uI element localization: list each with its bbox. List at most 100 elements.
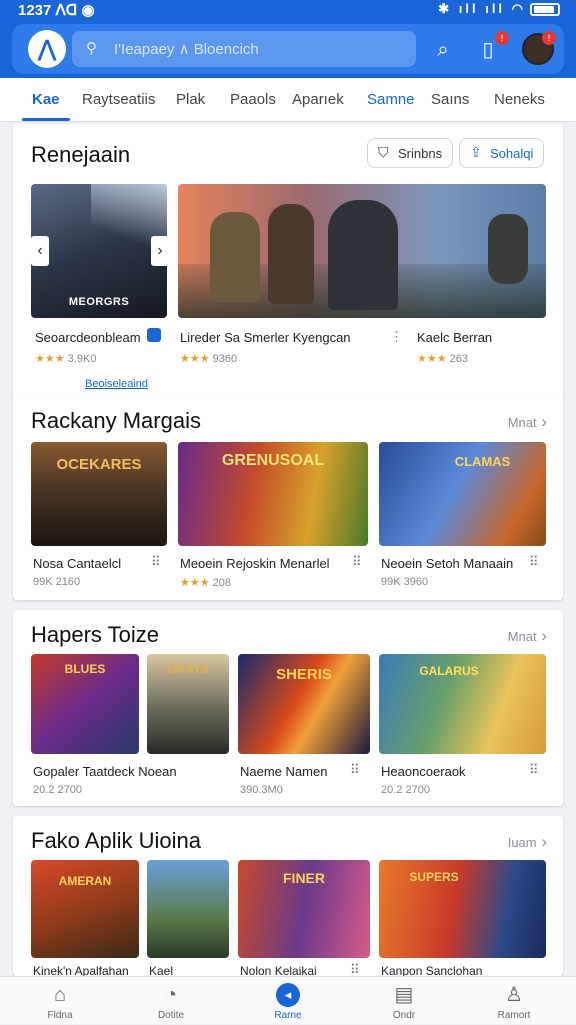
card-meta: 99K 2160 — [33, 576, 81, 588]
card-title: Neoein Setoh Manaain — [381, 556, 514, 571]
share-button[interactable]: ⇪ Sohalqi — [459, 138, 545, 168]
card-meta: 390.3M0 — [240, 784, 283, 796]
more-options-icon[interactable]: ⋮ — [390, 329, 404, 345]
card-title: Nosa Cantaelcl — [33, 556, 122, 571]
carousel-next-button[interactable]: › — [151, 236, 169, 266]
search-bar: ⋀ ⚲ I'Ieapaey ∧ Bloencich ⌕ ▯! ! — [12, 24, 564, 74]
more-options-icon[interactable]: ⠿ — [529, 554, 540, 570]
category-tabs: Kae Raytseatiis Plak Paaols Aparıek Samn… — [0, 78, 576, 122]
card-meta: 20.2 2700 — [381, 784, 430, 796]
notification-badge: ! — [495, 31, 509, 45]
thumbnail-art-text: ORAYS — [167, 662, 209, 676]
game-thumbnail: OCEKARES — [31, 442, 167, 546]
filter-label: Srinbns — [398, 146, 443, 161]
thumbnail-art-text: OCEKARES — [56, 456, 142, 473]
card-title: Heaoncoeraok — [381, 764, 466, 779]
card-meta: ★★★ 263 — [417, 353, 469, 365]
status-bar: 1237 ᐱᗡ ◉ ✱ ıll ıll ◠ — [0, 0, 576, 20]
game-thumbnail: FINER — [238, 860, 370, 958]
search-placeholder: I'Ieapaey ∧ Bloencich — [114, 41, 259, 58]
search-button-icon[interactable]: ⌕ — [430, 37, 456, 63]
nav-label: Dotite — [157, 1010, 185, 1021]
section-popular: Rackany Margais Mnat OCEKARES Nosa Canta… — [13, 396, 563, 600]
filter-button[interactable]: ⛉ Srinbns — [367, 138, 454, 168]
avatar-badge: ! — [542, 31, 556, 45]
thumbnail-art-text: FINER — [283, 870, 325, 886]
tab-samne[interactable]: Samne — [367, 91, 415, 108]
game-thumbnail — [147, 860, 229, 958]
more-options-icon[interactable]: ⠿ — [352, 554, 363, 570]
game-thumbnail: MEORGRS — [31, 184, 167, 318]
thumbnail-art-text: SUPERS — [409, 870, 459, 884]
nav-label: Ramort — [497, 1010, 531, 1021]
card-title: Gopaler Taatdeck Noean — [33, 764, 177, 779]
nav-orders[interactable]: ▤ Ondr — [364, 977, 444, 1025]
card-meta: 20.2 2700 — [33, 784, 82, 796]
notifications-icon[interactable]: ▯! — [475, 31, 509, 63]
tab-paaols[interactable]: Paaols — [230, 91, 276, 108]
game-thumbnail: SUPERS — [379, 860, 546, 958]
card-title: Naeme Namen — [240, 764, 328, 779]
thumbnail-art-text: GRENUSOAL — [221, 452, 325, 469]
search-input[interactable]: ⚲ I'Ieapaey ∧ Bloencich — [72, 31, 416, 67]
tab-kae[interactable]: Kae — [22, 91, 69, 121]
nav-games[interactable]: ◂ Rarne — [248, 977, 328, 1025]
nav-account[interactable]: ♙ Ramort — [474, 977, 554, 1025]
nav-label: Ondr — [392, 1010, 416, 1021]
share-label: Sohalqi — [490, 146, 534, 161]
thumbnail-art-text: AMERAN — [58, 874, 112, 888]
search-icon: ⚲ — [86, 40, 97, 57]
person-icon: ♙ — [505, 984, 523, 1006]
thumbnail-art-text: GALARUS — [419, 664, 479, 678]
verified-icon — [147, 328, 161, 342]
game-thumbnail: BLUES — [31, 654, 139, 754]
section-apps: Fako Aplik Uioina Iuam AMERAN Kinek'n Ap… — [13, 816, 563, 978]
see-more-link[interactable]: Iuam — [508, 832, 547, 852]
card-title: Seoarcdeonbleam — [35, 330, 141, 345]
thumbnail-caption: MEORGRS — [68, 296, 130, 308]
carousel-prev-button[interactable]: ‹ — [31, 236, 49, 266]
game-thumbnail: GRENUSOAL — [178, 442, 368, 546]
more-options-icon[interactable]: ⠿ — [151, 554, 162, 570]
list-icon: ▤ — [394, 984, 414, 1006]
app-logo[interactable]: ⋀ — [28, 30, 66, 68]
more-options-icon[interactable]: ⠿ — [350, 762, 361, 778]
tab-plak[interactable]: Plak — [176, 91, 205, 108]
thumbnail-art-text: BLUES — [64, 662, 106, 676]
more-options-icon[interactable]: ⠿ — [529, 762, 540, 778]
tab-aparıek[interactable]: Aparıek — [292, 91, 344, 108]
section-title: Hapers Toize — [31, 622, 159, 647]
battery-icon — [530, 3, 560, 17]
tab-sains[interactable]: Saıns — [431, 91, 469, 108]
section-title: Fako Aplik Uioina — [31, 828, 201, 853]
game-thumbnail: GALARUS — [379, 654, 546, 754]
card-title: Meoein Rejoskin Menarlel — [180, 556, 330, 571]
tab-neneks[interactable]: Neneks — [494, 91, 545, 108]
section-featured: Renejaain ⛉ Srinbns ⇪ Sohalqi MEORGRS ‹ › … — [13, 124, 563, 400]
see-more-link[interactable]: Mnat — [508, 626, 547, 646]
see-more-link[interactable]: Mnat — [508, 412, 547, 432]
card-title: Lireder Sa Smerler Kyengcan — [180, 330, 351, 345]
bottom-navigation: ⌂ Fldna ◔ Dotite ◂ Rarne ▤ Ondr ♙ Ramort — [0, 976, 576, 1024]
card-meta: ★★★ 9360 — [180, 353, 238, 365]
nav-label: Rarne — [274, 1010, 302, 1021]
game-thumbnail: ORAYS — [147, 654, 229, 754]
avatar[interactable]: ! — [522, 31, 556, 65]
see-more-link[interactable]: Beoiseleaind — [85, 378, 148, 390]
game-thumbnail — [178, 184, 546, 318]
card-meta: 99K 3960 — [381, 576, 429, 588]
game-thumbnail: SHERIS — [238, 654, 370, 754]
status-icons: ✱ ıll ıll ◠ — [438, 1, 560, 17]
shield-icon: ⛉ — [378, 144, 389, 160]
game-thumbnail: AMERAN — [31, 860, 139, 958]
game-thumbnail: CLAMAS — [379, 442, 546, 546]
nav-home[interactable]: ⌂ Fldna — [20, 977, 100, 1025]
nav-discover[interactable]: ◔ Dotite — [131, 977, 211, 1025]
section-title: Renejaain — [31, 142, 131, 167]
section-title: Rackany Margais — [31, 408, 201, 433]
games-icon: ◂ — [276, 983, 300, 1007]
thumbnail-art-text: SHERIS — [276, 666, 332, 683]
section-trending: Hapers Toize Mnat BLUES ORAYS Gopaler Ta… — [13, 610, 563, 806]
nav-label: Fldna — [47, 1010, 73, 1021]
tab-raytseatiis[interactable]: Raytseatiis — [82, 91, 155, 108]
